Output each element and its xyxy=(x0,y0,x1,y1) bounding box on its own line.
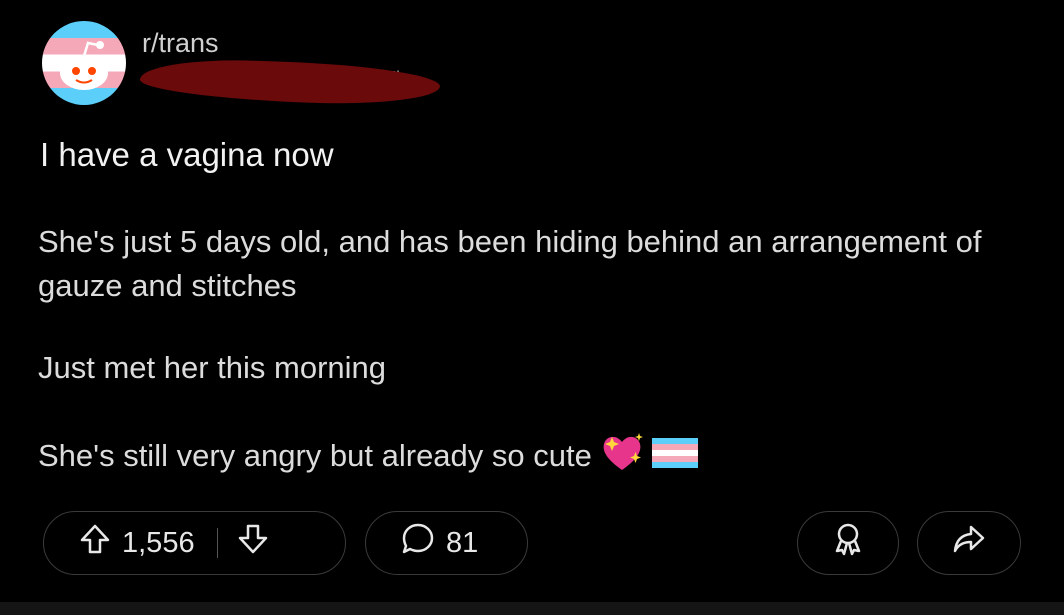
post-body-paragraph-1: She's just 5 days old, and has been hidi… xyxy=(38,224,982,303)
comment-count: 81 xyxy=(446,526,479,559)
post-body-paragraph-2: Just met her this morning xyxy=(38,350,387,385)
post-body-paragraph-3: She's still very angry but already so cu… xyxy=(38,430,1038,486)
arrow-down-icon[interactable] xyxy=(236,522,270,564)
comment-bubble-icon xyxy=(400,521,436,565)
post-body-paragraph-3-text: She's still very angry but already so cu… xyxy=(38,438,592,474)
upvote-count: 1,556 xyxy=(122,526,195,559)
post-title[interactable]: I have a vagina now xyxy=(40,136,334,174)
award-button[interactable] xyxy=(797,511,899,575)
share-arrow-icon xyxy=(951,521,987,565)
redaction-scribble xyxy=(139,56,441,108)
comments-button[interactable]: 81 xyxy=(365,511,528,575)
subreddit-name[interactable]: r/trans xyxy=(142,28,219,59)
share-button[interactable] xyxy=(917,511,1021,575)
arrow-up-icon[interactable] xyxy=(78,522,112,564)
sparkling-heart-icon xyxy=(598,430,646,486)
transgender-flag-icon xyxy=(651,436,698,480)
vote-separator xyxy=(216,528,219,558)
vote-bar: 1,556 xyxy=(43,511,346,575)
subreddit-avatar-icon[interactable] xyxy=(42,21,126,105)
award-icon xyxy=(830,521,866,565)
bottom-edge-bar xyxy=(0,602,1064,615)
